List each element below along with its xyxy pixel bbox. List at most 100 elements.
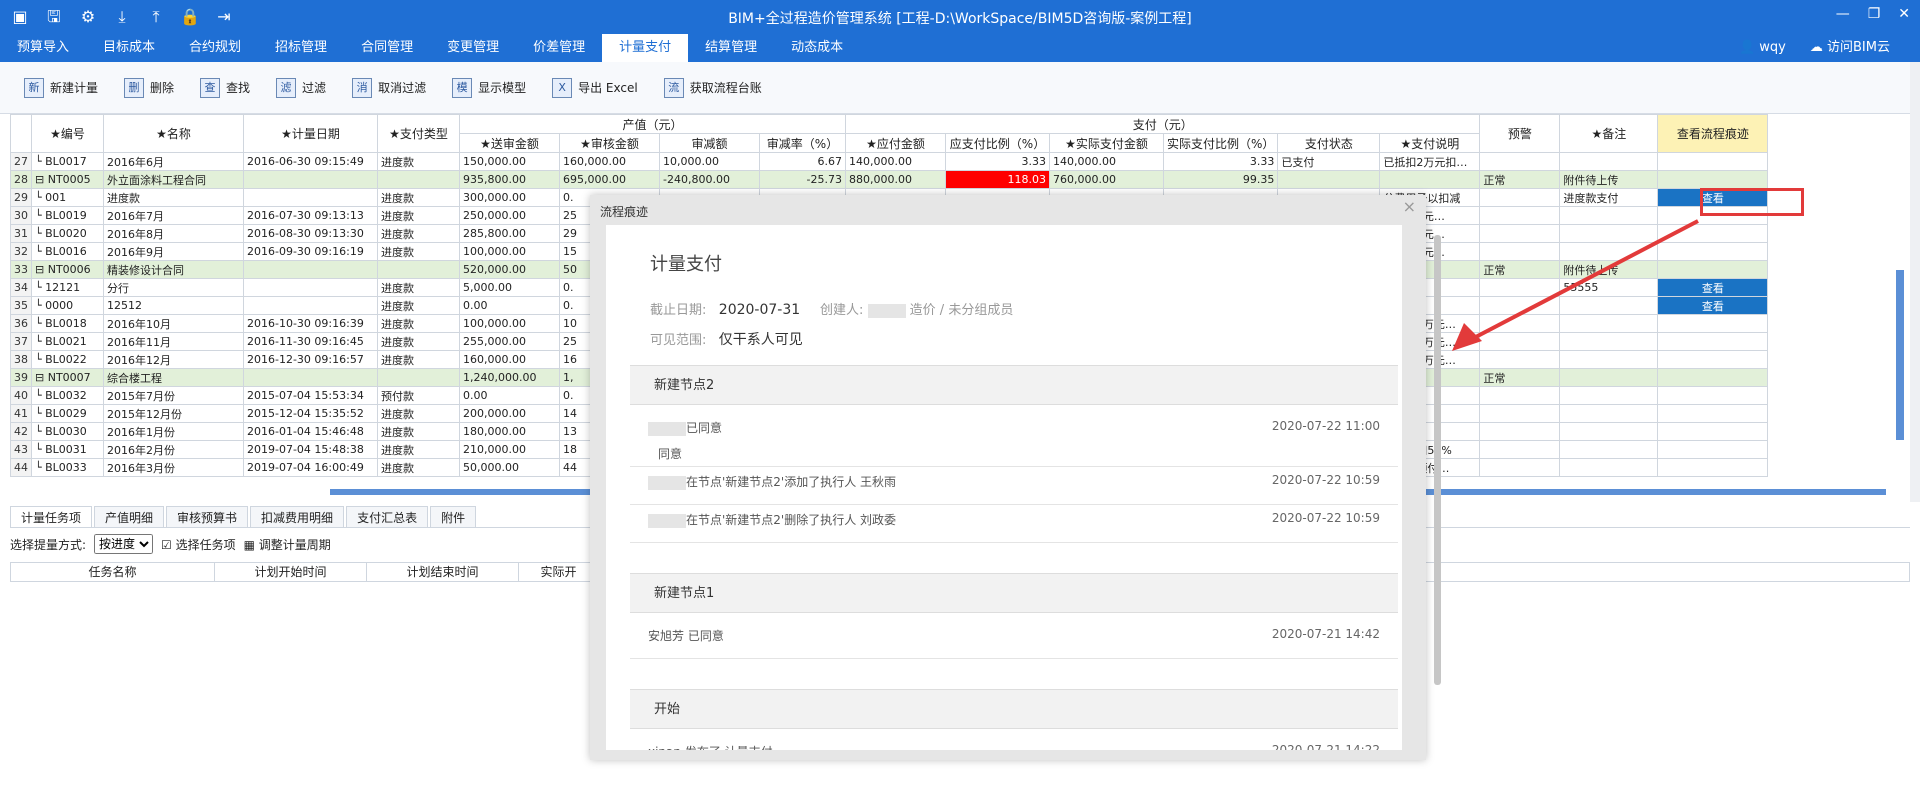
row-number: 42 — [10, 422, 32, 441]
toolbar-button-5[interactable]: 模显示模型 — [442, 73, 536, 103]
col-header[interactable]: ★备注 — [1559, 114, 1659, 153]
lower-tab-4[interactable]: 支付汇总表 — [346, 506, 429, 527]
lower-tab-2[interactable]: 审核预算书 — [166, 506, 249, 527]
select-task-button[interactable]: ☑ 选择任务项 — [161, 536, 236, 553]
flow-node-header: 新建节点1 — [630, 573, 1398, 613]
task-col-header[interactable]: 实际开 — [519, 563, 599, 581]
menu-item-2[interactable]: 合约规划 — [172, 34, 258, 62]
toolbar-label: 显示模型 — [478, 81, 527, 95]
table-cell: 3.33 — [1162, 152, 1279, 171]
col-header[interactable]: 支付状态 — [1277, 133, 1381, 153]
table-cell: 12512 — [103, 296, 244, 315]
flow-log-row: xinan 发布了 计量支付 2020-07-21 14:22 — [630, 739, 1398, 750]
flow-log-time: 2020-07-21 14:22 — [1271, 743, 1380, 750]
lower-tab-1[interactable]: 产值明细 — [94, 506, 165, 527]
toolbar-button-3[interactable]: 滤过滤 — [266, 73, 336, 103]
contract-row[interactable]: 28 ⊟ NT0005 外立面涂料工程合同 935,800.00 695,000.00-… — [10, 170, 1769, 189]
col-header[interactable]: 实际支付比例（%） — [1162, 133, 1279, 153]
row-number: 37 — [10, 332, 32, 351]
table-cell: 精装修设计合同 — [103, 260, 244, 279]
mode-select[interactable]: 按进度 — [94, 534, 154, 554]
col-header[interactable]: ★计量日期 — [243, 114, 378, 153]
menu-item-6[interactable]: 价差管理 — [516, 34, 602, 62]
menu-item-5[interactable]: 变更管理 — [430, 34, 516, 62]
lower-tab-5[interactable]: 附件 — [430, 506, 477, 527]
collapse-icon[interactable]: ⊟ — [35, 263, 48, 276]
col-header[interactable]: ★支付类型 — [377, 114, 460, 153]
table-cell: 进度款 — [377, 404, 460, 423]
menu-item-0[interactable]: 预算导入 — [0, 34, 86, 62]
col-header[interactable]: 查看流程痕迹 — [1657, 114, 1769, 153]
task-col-header[interactable]: 任务名称 — [11, 563, 215, 581]
flow-log-time: 2020-07-22 11:00 — [1271, 419, 1380, 433]
menu-item-3[interactable]: 招标管理 — [258, 34, 344, 62]
toolbar-label: 取消过滤 — [378, 81, 427, 95]
output-group-header: 产值（元） — [459, 114, 846, 134]
grid-vertical-scrollbar[interactable] — [1896, 270, 1904, 440]
flow-log-text: 在节点'新建节点2'删除了执行人 刘政委 — [648, 511, 896, 528]
cloud-link[interactable]: ☁ 访问BIM云 — [1810, 34, 1890, 62]
lower-tab-0[interactable]: 计量任务项 — [10, 506, 93, 527]
col-header[interactable]: ★实际支付金额 — [1049, 133, 1164, 153]
task-col-header[interactable]: 计划结束时间 — [367, 563, 519, 581]
restore-icon[interactable]: ❐ — [1868, 6, 1881, 22]
table-cell: └ BL0018 — [31, 314, 104, 333]
col-header[interactable]: 审减率（%） — [759, 133, 846, 153]
toolbar-button-2[interactable]: 查查找 — [190, 73, 260, 103]
col-header[interactable]: ★送审金额 — [459, 133, 560, 153]
menu-item-8[interactable]: 结算管理 — [688, 34, 774, 62]
table-cell: 进度款 — [377, 224, 460, 243]
col-header[interactable]: 审减额 — [659, 133, 760, 153]
collapse-icon[interactable]: ⊟ — [35, 371, 48, 384]
menu-item-7[interactable]: 计量支付 — [602, 34, 689, 62]
table-cell — [1479, 386, 1561, 405]
close-icon[interactable]: ✕ — [1898, 6, 1910, 22]
col-header[interactable]: 应支付比例（%） — [945, 133, 1050, 153]
table-cell: 150,000.00 — [459, 152, 560, 171]
adjust-period-button[interactable]: ▦ 调整计量周期 — [244, 536, 331, 553]
table-cell: └ BL0019 — [31, 206, 104, 225]
toolbar-button-0[interactable]: 新新建计量 — [14, 73, 108, 103]
table-cell: 285,800.00 — [459, 224, 560, 243]
menu-item-4[interactable]: 合同管理 — [344, 34, 430, 62]
flow-node-header: 开始 — [630, 689, 1398, 729]
table-row[interactable]: 27 └ BL0017 2016年6月 2016-06-30 09:15:49 进度款 1… — [10, 152, 1769, 171]
table-cell: 进度款 — [103, 188, 244, 207]
collapse-icon[interactable]: ⊟ — [35, 173, 48, 186]
table-cell: 2016年1月份 — [103, 422, 244, 441]
col-header[interactable]: ★审核金额 — [559, 133, 660, 153]
table-cell: 2019-07-04 16:00:49 — [243, 458, 378, 477]
col-header[interactable]: 预警 — [1479, 114, 1561, 153]
col-header[interactable]: ★编号 — [31, 114, 104, 153]
table-cell — [243, 260, 378, 279]
lower-toolbar: 选择提量方式: 按进度 ☑ 选择任务项 ▦ 调整计量周期 — [10, 532, 331, 556]
minimize-icon[interactable]: — — [1836, 6, 1850, 22]
table-cell: └ BL0030 — [31, 422, 104, 441]
table-cell — [1559, 368, 1659, 387]
search-icon: 查 — [200, 77, 221, 98]
col-header[interactable]: ★应付金额 — [845, 133, 946, 153]
user-menu[interactable]: 👤 wqy — [1739, 34, 1786, 62]
redacted-name — [867, 303, 906, 318]
window-scrollbar[interactable] — [1910, 62, 1920, 502]
title-bar: ▣ 🖫 ⚙ ⤓ ⤒ 🔒 ⇥ BIM+全过程造价管理系统 [工程-D:\WorkS… — [0, 0, 1920, 34]
table-cell: 160,000.00 — [459, 350, 560, 369]
dialog-close-icon[interactable]: × — [1403, 197, 1416, 216]
toolbar-button-6[interactable]: X 导出 Excel — [542, 73, 648, 103]
toolbar-button-4[interactable]: 消取消过滤 — [342, 73, 436, 103]
lower-tab-3[interactable]: 扣减费用明细 — [250, 506, 345, 527]
toolbar-button-1[interactable]: 删删除 — [114, 73, 184, 103]
toolbar-button-7[interactable]: 流获取流程台账 — [654, 73, 772, 103]
col-header[interactable]: ★名称 — [103, 114, 244, 153]
row-number: 38 — [10, 350, 32, 369]
table-cell: 2016年9月 — [103, 242, 244, 261]
task-col-header[interactable]: 计划开始时间 — [215, 563, 367, 581]
cloud-icon: ☁ — [1809, 40, 1823, 55]
row-number: 30 — [10, 206, 32, 225]
col-header[interactable]: ★支付说明 — [1379, 133, 1481, 153]
menu-item-1[interactable]: 目标成本 — [86, 34, 172, 62]
table-cell — [243, 170, 378, 189]
toolbar: 新新建计量删删除查查找滤过滤消取消过滤模显示模型 X 导出 Excel 流获取流程台账 — [0, 62, 1910, 114]
menu-item-9[interactable]: 动态成本 — [774, 34, 860, 62]
flow-node-header: 新建节点2 — [630, 365, 1398, 405]
